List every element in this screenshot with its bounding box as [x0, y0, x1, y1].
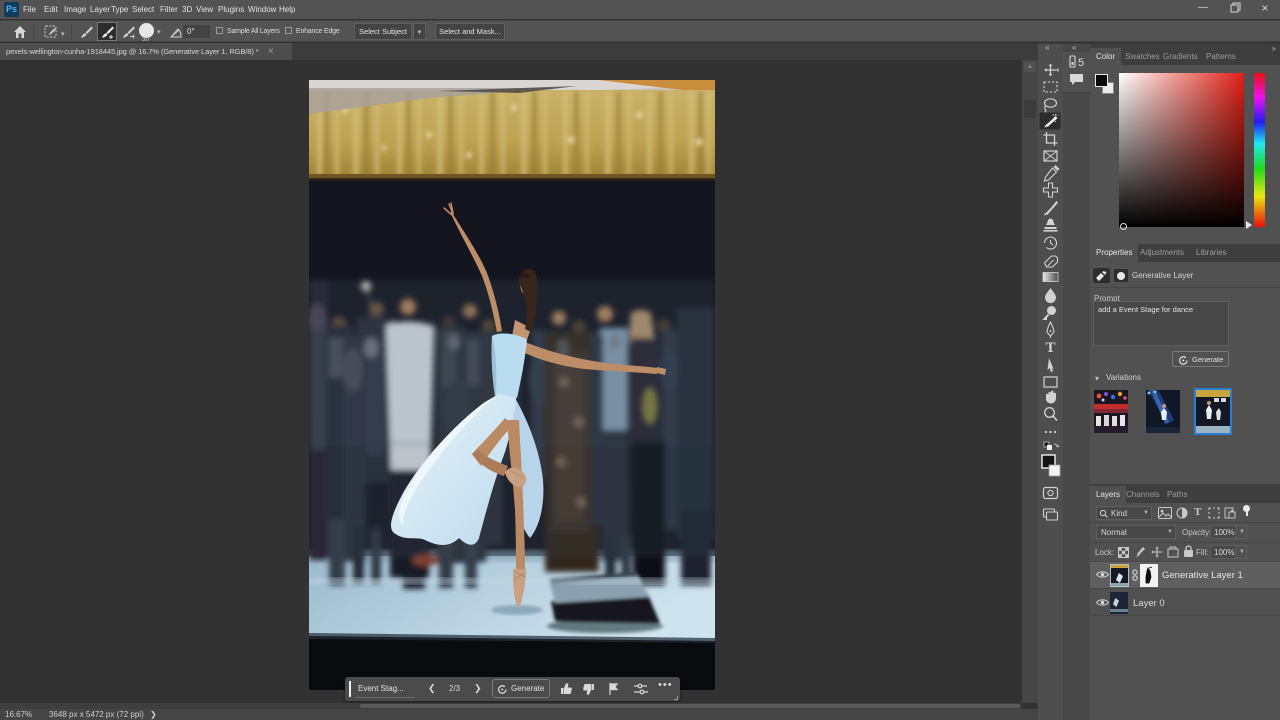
svg-text:5: 5 [1078, 57, 1084, 69]
svg-text:T: T [1045, 340, 1055, 356]
